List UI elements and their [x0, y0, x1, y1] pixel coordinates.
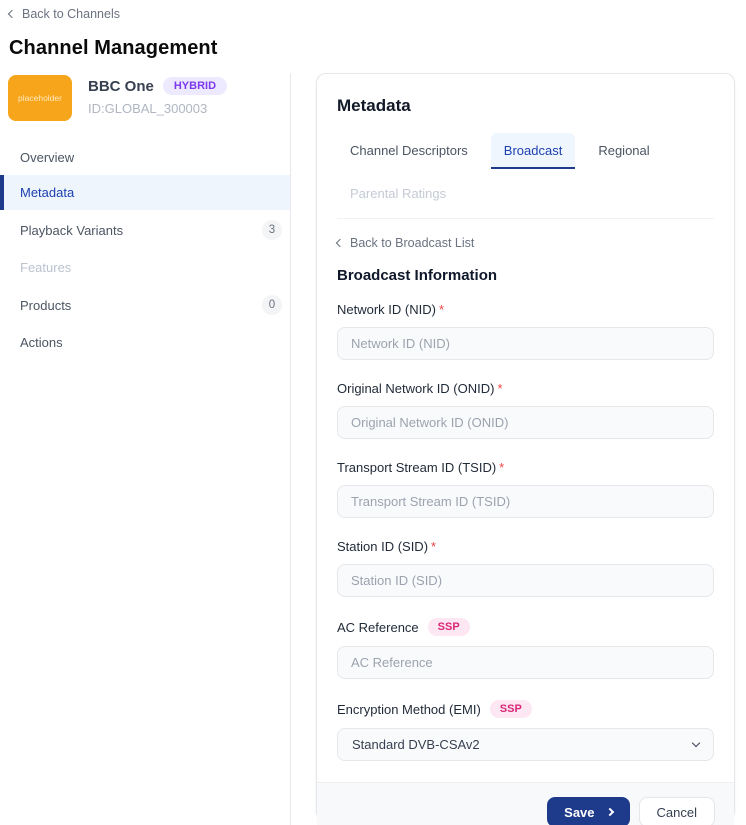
station-id-input[interactable] — [337, 564, 714, 597]
ac-reference-field-group: AC Reference SSP — [337, 618, 714, 679]
original-network-id-field-group: Original Network ID (ONID)* — [337, 381, 714, 439]
broadcast-form: Network ID (NID)*Original Network ID (ON… — [337, 302, 714, 761]
card-footer: Save Cancel — [317, 782, 734, 825]
channel-logo: placeholder — [8, 75, 72, 121]
save-button[interactable]: Save — [547, 797, 629, 825]
transport-stream-id-field-group: Transport Stream ID (TSID)* — [337, 460, 714, 518]
sidebar-item-label: Playback Variants — [20, 223, 123, 238]
chevron-right-icon — [605, 808, 613, 816]
original-network-id-label: Original Network ID (ONID) — [337, 381, 494, 396]
sidebar-item-overview[interactable]: Overview — [0, 140, 290, 175]
chevron-left-icon — [336, 239, 344, 247]
sidebar-item-label: Metadata — [20, 185, 74, 200]
metadata-card: Metadata Channel Descriptors BroadcastReg… — [316, 73, 735, 821]
sidebar-nav: Overview Metadata Playback Variants 3 Featur… — [0, 140, 290, 360]
encryption-method-field-group: Encryption Method (EMI) SSP Standard DVB-C… — [337, 700, 714, 761]
section-title: Broadcast Information — [337, 267, 714, 284]
required-asterisk: * — [431, 539, 436, 554]
required-asterisk: * — [439, 302, 444, 317]
page-title: Channel Management — [9, 37, 746, 60]
sidebar-item-label: Actions — [20, 335, 63, 350]
panel-title: Metadata — [337, 96, 714, 116]
ac-reference-label: AC Reference — [337, 620, 419, 635]
sidebar-item-label: Products — [20, 298, 71, 313]
channel-type-badge: HYBRID — [163, 77, 227, 95]
sidebar-item-features: Features — [0, 250, 290, 285]
tab-broadcast[interactable]: Broadcast — [491, 133, 576, 169]
sidebar-item-metadata[interactable]: Metadata — [0, 175, 290, 210]
count-badge: 0 — [262, 295, 282, 315]
channel-logo-placeholder-text: placeholder — [18, 93, 62, 103]
tab-channel-descriptors[interactable]: Channel Descriptors — [337, 133, 481, 169]
back-to-channels-label: Back to Channels — [22, 7, 120, 21]
sidebar-item-playback-variants[interactable]: Playback Variants 3 — [0, 210, 290, 250]
tab-parental-ratings: Parental Ratings — [337, 176, 459, 212]
network-id-input[interactable] — [337, 327, 714, 360]
encryption-method-select[interactable]: Standard DVB-CSAv2 — [337, 728, 714, 761]
transport-stream-id-input[interactable] — [337, 485, 714, 518]
station-id-label: Station ID (SID) — [337, 539, 428, 554]
card-body: Metadata Channel Descriptors BroadcastReg… — [317, 74, 734, 782]
tab-regional[interactable]: Regional — [585, 133, 662, 169]
cancel-button[interactable]: Cancel — [639, 797, 715, 825]
encryption-method-selected-value: Standard DVB-CSAv2 — [352, 737, 480, 752]
sidebar-item-products[interactable]: Products 0 — [0, 285, 290, 325]
transport-stream-id-label: Transport Stream ID (TSID) — [337, 460, 496, 475]
save-button-label: Save — [564, 805, 594, 820]
station-id-field-group: Station ID (SID)* — [337, 539, 714, 597]
chevron-down-icon — [692, 739, 700, 747]
original-network-id-input[interactable] — [337, 406, 714, 439]
ac-reference-input[interactable] — [337, 646, 714, 679]
back-to-channels-link[interactable]: Back to Channels — [9, 7, 120, 21]
sidebar: placeholder BBC One HYBRID ID:GLOBAL_300… — [0, 73, 291, 825]
channel-name: BBC One — [88, 78, 154, 95]
encryption-method-label: Encryption Method (EMI) — [337, 702, 481, 717]
sidebar-item-actions[interactable]: Actions — [0, 325, 290, 360]
ssp-badge: SSP — [490, 700, 532, 718]
layout: placeholder BBC One HYBRID ID:GLOBAL_300… — [0, 73, 746, 825]
chevron-left-icon — [8, 10, 16, 18]
sidebar-item-label: Overview — [20, 150, 74, 165]
main-area: Metadata Channel Descriptors BroadcastReg… — [291, 73, 746, 825]
count-badge: 3 — [262, 220, 282, 240]
required-asterisk: * — [497, 381, 502, 396]
channel-id: ID:GLOBAL_300003 — [88, 101, 227, 116]
sidebar-item-label: Features — [20, 260, 71, 275]
ssp-badge: SSP — [428, 618, 470, 636]
network-id-field-group: Network ID (NID)* — [337, 302, 714, 360]
channel-meta: BBC One HYBRID ID:GLOBAL_300003 — [88, 75, 227, 121]
metadata-tabs: Channel Descriptors BroadcastRegional Pare… — [337, 133, 714, 219]
network-id-label: Network ID (NID) — [337, 302, 436, 317]
required-asterisk: * — [499, 460, 504, 475]
back-to-broadcast-list-link[interactable]: Back to Broadcast List — [337, 236, 474, 250]
channel-header: placeholder BBC One HYBRID ID:GLOBAL_300… — [0, 73, 290, 121]
back-to-broadcast-list-label: Back to Broadcast List — [350, 236, 474, 250]
